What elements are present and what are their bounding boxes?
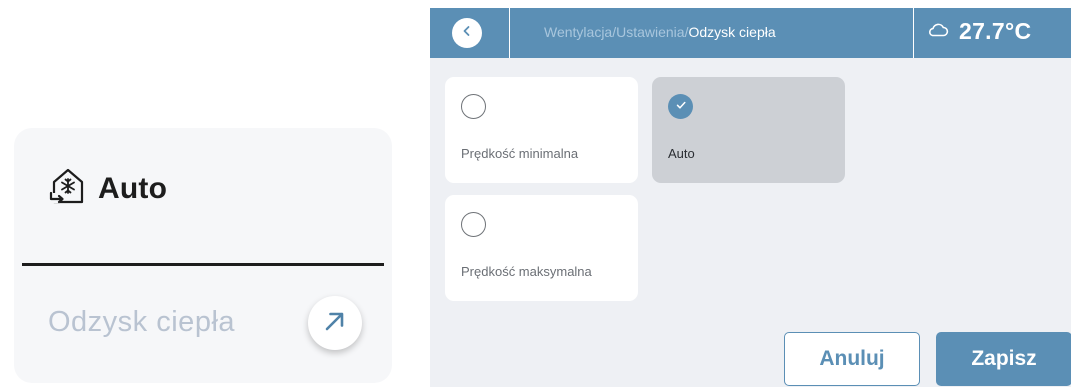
option-max-speed[interactable]: Prędkość maksymalna xyxy=(445,195,638,301)
outdoor-temperature: 27.7°C xyxy=(959,18,1032,44)
card-divider xyxy=(22,263,384,266)
card-subtitle: Odzysk ciepła xyxy=(48,306,236,338)
radio-button-selected[interactable] xyxy=(668,94,693,119)
cancel-button[interactable]: Anuluj xyxy=(784,332,920,386)
option-label: Prędkość maksymalna xyxy=(461,264,592,279)
breadcrumb-path: Wentylacja/Ustawienia/ xyxy=(544,24,689,40)
breadcrumb-current: Odzysk ciepła xyxy=(688,24,776,40)
weather-status: 27.7°C xyxy=(927,18,1031,45)
heat-recovery-settings-screen: Wentylacja/Ustawienia/Odzysk ciepła 27.7… xyxy=(430,8,1071,387)
back-button[interactable] xyxy=(452,18,482,48)
radio-button[interactable] xyxy=(461,212,486,237)
top-bar-separator xyxy=(913,8,914,58)
breadcrumb: Wentylacja/Ustawienia/Odzysk ciepła xyxy=(544,24,776,40)
option-label: Prędkość minimalna xyxy=(461,146,579,161)
option-auto[interactable]: Auto xyxy=(652,77,845,183)
chevron-left-icon xyxy=(461,24,473,42)
open-heat-recovery-button[interactable] xyxy=(308,296,362,350)
radio-button[interactable] xyxy=(461,94,486,119)
option-label: Auto xyxy=(668,146,695,161)
top-bar: Wentylacja/Ustawienia/Odzysk ciepła 27.7… xyxy=(430,8,1071,58)
check-icon xyxy=(675,98,687,116)
heat-recovery-card: Auto Odzysk ciepła xyxy=(14,128,392,383)
house-snowflake-icon xyxy=(48,166,88,211)
option-min-speed[interactable]: Prędkość minimalna xyxy=(445,77,638,183)
card-header: Auto xyxy=(48,166,167,211)
arrow-up-right-icon xyxy=(322,308,348,339)
save-button[interactable]: Zapisz xyxy=(936,332,1071,386)
mode-title: Auto xyxy=(98,171,168,205)
cloud-icon xyxy=(927,21,949,42)
top-bar-separator xyxy=(509,8,510,58)
